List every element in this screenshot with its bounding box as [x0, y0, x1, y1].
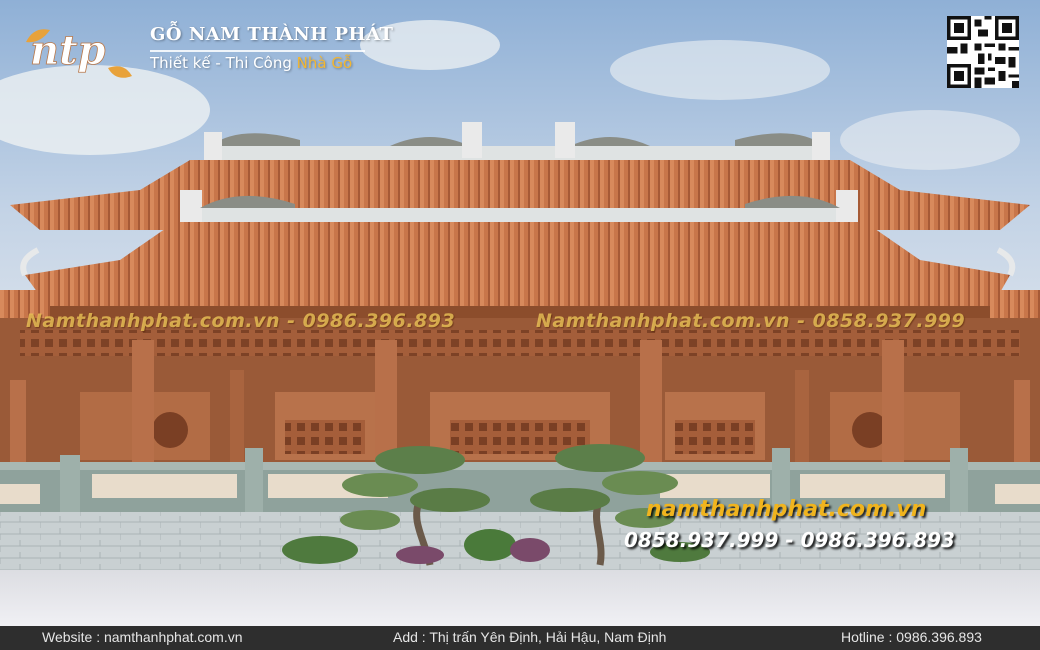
ridge-upper — [205, 146, 830, 160]
qr-code-icon — [947, 16, 1019, 88]
balustrade-post — [60, 455, 80, 513]
door-lattice — [285, 420, 365, 454]
footer-address: Add : Thị trấn Yên Định, Hải Hậu, Nam Đị… — [393, 629, 667, 645]
balustrade-post — [950, 448, 968, 512]
cloud — [840, 110, 1020, 170]
balustrade-panel — [0, 484, 40, 504]
cloud — [610, 40, 830, 100]
ridge-lower — [190, 208, 850, 222]
ridge-pillar — [836, 190, 858, 222]
watermark-right: Namthanhphat.com.vn - 0858.937.999 — [536, 310, 966, 332]
brand-logo: ntp — [26, 27, 132, 78]
tagline-prefix: Thiết kế - Thi Công — [150, 54, 297, 72]
watermark-left: Namthanhphat.com.vn - 0986.396.893 — [26, 310, 456, 332]
round-window — [152, 412, 188, 448]
tagline-highlight: Nhà Gỗ — [296, 54, 353, 72]
column — [795, 370, 809, 465]
column — [640, 340, 662, 470]
logo-text: ntp — [30, 27, 106, 74]
footer-hotline: Hotline : 0986.396.893 — [841, 629, 982, 645]
ridge-pillar — [462, 122, 482, 158]
balustrade-panel — [800, 474, 945, 498]
balustrade-panel — [995, 484, 1040, 504]
footer-website: Website : namthanhphat.com.vn — [42, 629, 243, 645]
column — [10, 380, 26, 470]
balustrade-post — [245, 448, 263, 512]
carved-frieze — [20, 330, 1020, 356]
leaf-icon — [108, 66, 132, 78]
ridge-pillar — [204, 132, 222, 160]
balustrade-panel — [92, 474, 237, 498]
ridge-pillar — [555, 122, 575, 158]
door-lattice — [675, 420, 755, 454]
balustrade-rail — [0, 462, 1040, 470]
footer-bar: Website : namthanhphat.com.vn Add : Thị … — [0, 626, 1040, 650]
ridge-pillar — [812, 132, 830, 160]
column — [882, 340, 904, 470]
courtyard-ground — [0, 570, 1040, 626]
roof-lower — [25, 222, 1010, 310]
ridge-pillar — [180, 190, 202, 222]
brand-divider — [150, 50, 365, 52]
brand-name: GỖ NAM THÀNH PHÁT — [150, 24, 394, 45]
column — [1014, 380, 1030, 470]
column — [132, 340, 154, 470]
promo-website: namthanhphat.com.vn — [646, 497, 927, 522]
column — [230, 370, 244, 465]
brand-tagline: Thiết kế - Thi Công Nhà Gỗ — [150, 54, 352, 72]
promo-phones: 0858.937.999 - 0986.396.893 — [624, 528, 955, 552]
